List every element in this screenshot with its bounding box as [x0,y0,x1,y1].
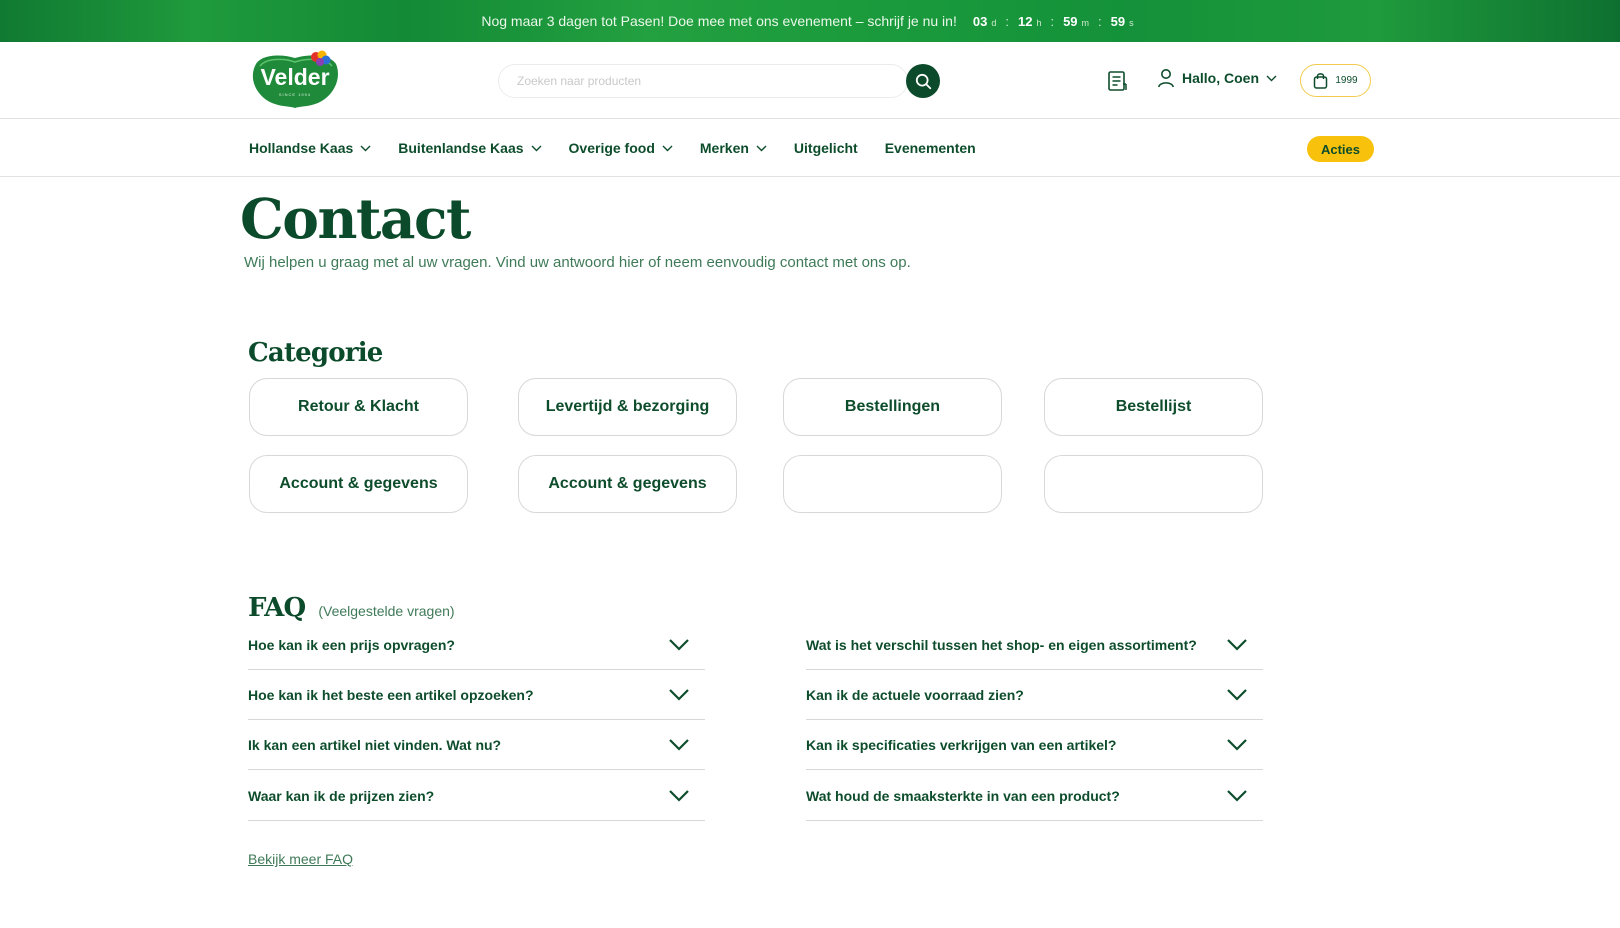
faq-item[interactable]: Waar kan ik de prijzen zien? [248,771,705,821]
cart-button[interactable]: 1999 [1300,64,1371,97]
cart-value: 1999 [1335,75,1358,86]
acties-button[interactable]: Acties [1307,136,1374,162]
nav-item-label: Merken [699,140,749,156]
user-menu[interactable]: Hallo, Coen [1157,68,1277,88]
nav-item-label: Hollandse Kaas [249,140,354,156]
page-title: Contact [240,186,471,251]
chevron-down-icon [531,145,542,151]
chevron-down-icon [669,789,689,802]
search-input[interactable] [499,65,859,97]
faq-question: Kan ik de actuele voorraad zien? [806,686,1024,703]
shopping-bag-icon [1314,73,1328,89]
chevron-down-icon [669,638,689,651]
faq-subtitle: (Veelgestelde vragen) [318,603,455,619]
nav-item-evenementen[interactable]: Evenementen [885,140,976,156]
faq-question: Wat houd de smaaksterkte in van een prod… [806,787,1120,804]
order-list-icon[interactable] [1106,70,1128,92]
chevron-down-icon [756,145,767,151]
countdown-hours: 12 [1017,13,1033,29]
faq-question: Waar kan ik de prijzen zien? [248,787,435,804]
faq-question: Hoe kan ik het beste een artikel opzoeke… [248,686,534,703]
countdown-days: 03 [972,13,988,29]
countdown-separator: : [1005,13,1009,29]
chevron-down-icon [360,145,371,151]
category-card-bestellingen[interactable]: Bestellingen [783,378,1002,436]
logo-text: Velder [260,64,329,90]
category-card-account-gegevens[interactable]: Account & gegevens [249,455,468,513]
nav-item-label: Overige food [568,140,655,156]
search-button[interactable] [906,64,940,98]
countdown-hours-unit: h [1036,17,1042,28]
category-card-bestellijst[interactable]: Bestellijst [1044,378,1263,436]
nav-item-hollandse-kaas[interactable]: Hollandse Kaas [249,140,371,156]
nav-item-label: Evenementen [884,140,976,156]
nav-item-label: Uitgelicht [793,140,858,156]
countdown-minutes: 59 [1063,13,1078,29]
category-label: Bestellijst [1115,398,1192,415]
faq-title: FAQ [248,593,306,623]
countdown: 03 d : 12 h : 59 m : 59 s [973,14,1139,29]
faq-question: Hoe kan ik een prijs opvragen? [248,636,455,653]
page-subtitle: Wij helpen u graag met al uw vragen. Vin… [244,254,911,271]
countdown-minutes-unit: m [1081,17,1090,28]
category-heading: Categorie [248,338,383,368]
chevron-down-icon [1227,688,1247,701]
category-card-levertijd-bezorging[interactable]: Levertijd & bezorging [518,378,737,436]
site-header: Velder SINCE 1994 Hallo, Coen [0,42,1620,119]
chevron-down-icon [1266,75,1277,81]
category-card-empty-2[interactable] [1044,455,1263,513]
user-greeting: Hallo, Coen [1182,70,1260,86]
search-icon [915,73,931,89]
faq-question: Ik kan een artikel niet vinden. Wat nu? [248,736,502,753]
category-label: Levertijd & bezorging [545,398,710,415]
countdown-days-unit: d [991,17,997,28]
faq-item[interactable]: Kan ik de actuele voorraad zien? [806,670,1263,720]
category-label: Retour & Klacht [298,398,419,415]
more-faq-link[interactable]: Bekijk meer FAQ [248,851,353,867]
nav-item-merken[interactable]: Merken [700,140,767,156]
chevron-down-icon [662,145,673,151]
category-label: Bestellingen [844,398,941,415]
faq-item[interactable]: Ik kan een artikel niet vinden. Wat nu? [248,720,705,770]
faq-question: Kan ik specificaties verkrijgen van een … [806,736,1117,753]
faq-item[interactable]: Wat houd de smaaksterkte in van een prod… [806,771,1263,821]
countdown-separator: : [1050,13,1055,29]
chevron-down-icon [669,688,689,701]
countdown-separator: : [1098,13,1102,29]
faq-question: Wat is het verschil tussen het shop- en … [806,636,1197,653]
faq-heading: FAQ (Veelgestelde vragen) [248,593,455,623]
nav-items: Hollandse Kaas Buitenlandse Kaas Overige… [249,120,1003,176]
category-card-empty[interactable] [783,455,1002,513]
promo-bar: Nog maar 3 dagen tot Pasen! Doe mee met … [0,0,1620,42]
category-card-account-gegevens-2[interactable]: Account & gegevens [518,455,737,513]
faq-item[interactable]: Wat is het verschil tussen het shop- en … [806,620,1263,670]
nav-item-label: Buitenlandse Kaas [398,140,524,156]
faq-item[interactable]: Hoe kan ik een prijs opvragen? [248,620,705,670]
countdown-seconds-unit: s [1129,17,1134,28]
category-card-retour-klacht[interactable]: Retour & Klacht [249,378,468,436]
category-label: Account & gegevens [548,475,707,492]
velder-logo[interactable]: Velder SINCE 1994 [248,48,342,108]
countdown-seconds: 59 [1110,13,1126,29]
chevron-down-icon [1227,638,1247,651]
category-label: Account & gegevens [279,475,438,492]
logo-tagline: SINCE 1994 [279,92,311,97]
chevron-down-icon [1227,789,1247,802]
user-icon [1158,69,1174,88]
nav-item-overige-food[interactable]: Overige food [569,140,673,156]
chevron-down-icon [1227,738,1247,751]
search-box [498,64,908,98]
nav-item-uitgelicht[interactable]: Uitgelicht [794,140,858,156]
promo-message: Nog maar 3 dagen tot Pasen! Doe mee met … [481,13,957,29]
nav-item-buitenlandse-kaas[interactable]: Buitenlandse Kaas [398,140,542,156]
main-nav: Hollandse Kaas Buitenlandse Kaas Overige… [0,120,1620,177]
chevron-down-icon [669,738,689,751]
faq-item[interactable]: Hoe kan ik het beste een artikel opzoeke… [248,670,705,720]
faq-item[interactable]: Kan ik specificaties verkrijgen van een … [806,720,1263,770]
